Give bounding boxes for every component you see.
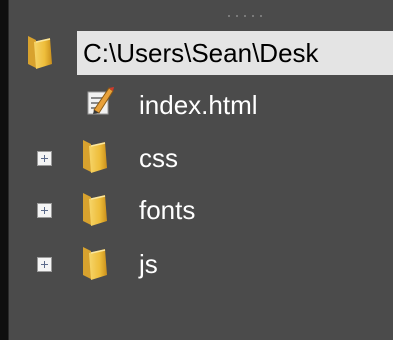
folder-icon <box>83 247 107 280</box>
expand-plus-icon[interactable] <box>37 257 52 272</box>
tree-item-label: css <box>139 143 178 173</box>
folder-icon <box>28 36 52 69</box>
expand-plus-icon[interactable] <box>37 203 52 218</box>
folder-icon <box>83 193 107 226</box>
resize-grip[interactable] <box>228 15 262 17</box>
folder-icon <box>83 140 107 173</box>
selection-highlight: C:\Users\Sean\Desk <box>77 31 393 75</box>
tree-root-row[interactable]: C:\Users\Sean\Desk <box>0 31 393 75</box>
tree-item-label: js <box>139 249 158 279</box>
tree-item-label: index.html <box>139 90 258 120</box>
tree-item-fonts[interactable]: fonts <box>0 191 393 231</box>
expand-plus-icon[interactable] <box>37 151 52 166</box>
file-tree-panel: C:\Users\Sean\Desk index.html css fonts … <box>0 0 393 340</box>
tree-item-label: fonts <box>139 195 196 225</box>
tree-item-index-html[interactable]: index.html <box>0 82 393 122</box>
tree-item-js[interactable]: js <box>0 245 393 285</box>
html-file-icon <box>87 87 114 115</box>
tree-root-label: C:\Users\Sean\Desk <box>83 38 319 68</box>
tree-item-css[interactable]: css <box>0 138 393 178</box>
